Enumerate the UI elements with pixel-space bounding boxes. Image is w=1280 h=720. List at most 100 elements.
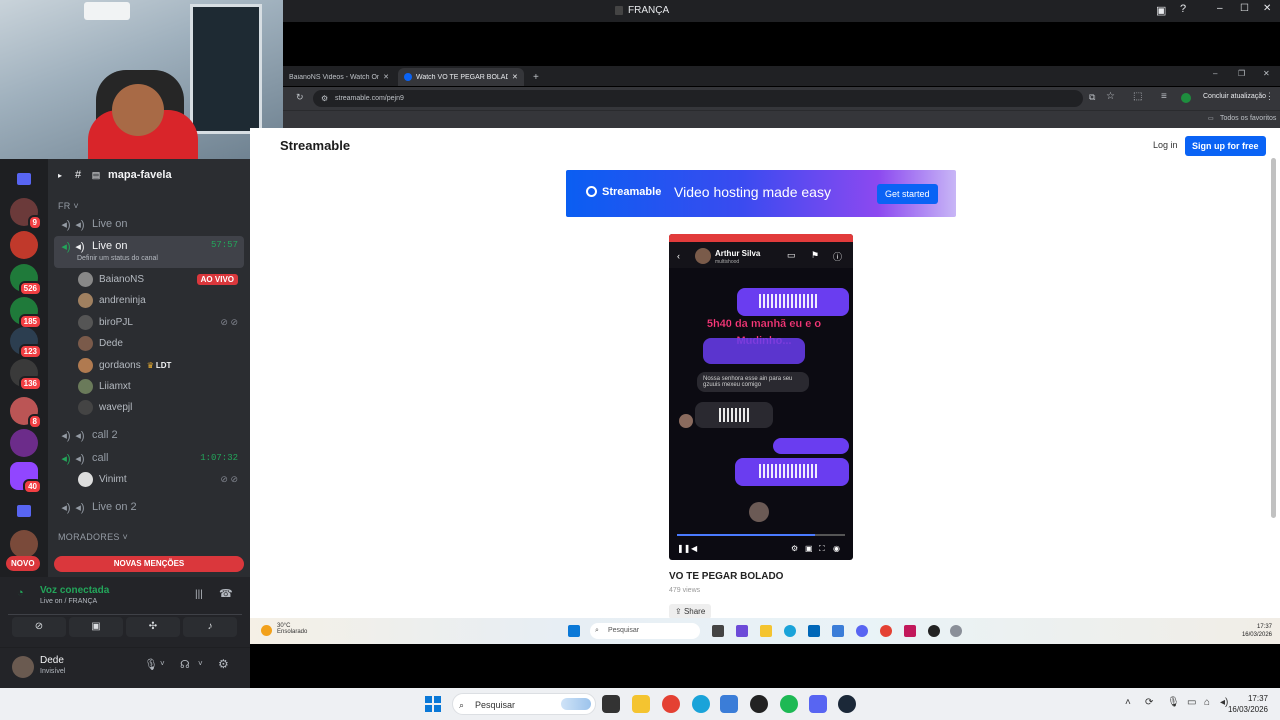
browser-maximize-icon[interactable]: ❐	[1238, 69, 1245, 78]
server-icon[interactable]: 185	[10, 297, 42, 329]
steam-icon[interactable]	[838, 695, 856, 713]
discord-icon[interactable]	[856, 625, 868, 637]
voice-channel-live-on[interactable]: ◂) ◂) Live on	[54, 213, 244, 235]
tab-streamable[interactable]: Watch VO TE PEGAR BOLADO ✕	[398, 68, 524, 86]
user-name[interactable]: Dede	[40, 655, 64, 666]
volume-icon[interactable]: ◀	[691, 544, 697, 553]
network-app-icon[interactable]: ⟳	[1145, 697, 1153, 708]
server-folder-icon[interactable]	[17, 505, 31, 517]
streamable-logo[interactable]: Streamable	[280, 138, 350, 153]
close-icon[interactable]: ✕	[1263, 3, 1271, 14]
app-icon[interactable]	[904, 625, 916, 637]
voice-channel-name[interactable]: Live on / FRANÇA	[40, 598, 97, 605]
video-player[interactable]: ‹ Arthur Silva multishood ▭ ⚑ ⓘ 5h40 da …	[669, 234, 853, 560]
voice-channel-call[interactable]: ◂) ◂) call 1:07:32	[54, 447, 244, 469]
voice-user[interactable]: Vinimt ⊘ ⊘	[78, 469, 244, 490]
voice-user[interactable]: Liiamxt	[78, 376, 244, 397]
microphone-icon[interactable]: 🎙︎	[144, 658, 158, 671]
category-moradores[interactable]: MORADORES ˅	[58, 532, 128, 542]
chrome-icon[interactable]	[662, 695, 680, 713]
picture-in-picture-icon[interactable]: ▣	[1156, 4, 1166, 17]
app-icon[interactable]	[736, 625, 748, 637]
server-icon[interactable]: 9	[10, 198, 42, 230]
translate-icon[interactable]: ⧉	[1089, 92, 1095, 103]
server-folder-icon[interactable]	[17, 173, 31, 185]
task-view-icon[interactable]	[602, 695, 620, 713]
settings-icon[interactable]: ⚙	[791, 544, 798, 553]
update-button[interactable]: Concluir atualização	[1203, 93, 1266, 100]
help-icon[interactable]: ?	[1180, 3, 1186, 15]
network-icon[interactable]: ⌂	[1204, 697, 1210, 708]
server-icon[interactable]	[10, 530, 38, 558]
voice-user[interactable]: wavepjl	[78, 397, 244, 418]
page-scrollbar[interactable]	[1271, 158, 1276, 518]
microphone-icon[interactable]: 🎙︎	[1167, 697, 1180, 708]
start-icon[interactable]	[568, 625, 580, 637]
gear-icon[interactable]: ⚙	[218, 657, 229, 671]
voice-channel-live-on-2[interactable]: ◂) ◂) Live on 2	[54, 496, 244, 518]
task-view-icon[interactable]	[712, 625, 724, 637]
reload-icon[interactable]: ↻	[296, 92, 304, 103]
show-hidden-icons[interactable]: ˄	[1125, 697, 1131, 708]
inner-search-box[interactable]: ⌕ Pesquisar	[590, 623, 700, 639]
minimize-icon[interactable]: –	[1217, 3, 1223, 14]
voice-user[interactable]: andreninja	[78, 290, 244, 311]
activities-button[interactable]: ✣	[126, 617, 180, 637]
voice-user[interactable]: biroPJL ⊘ ⊘	[78, 312, 244, 333]
taskbar-clock[interactable]: 17:37 16/03/2026	[1228, 693, 1268, 715]
browser-close-icon[interactable]: ✕	[1263, 69, 1270, 78]
edge-icon[interactable]	[784, 625, 796, 637]
discord-icon[interactable]	[809, 695, 827, 713]
extensions-icon[interactable]: ⬚	[1133, 91, 1142, 102]
server-icon[interactable]: 123	[10, 327, 42, 359]
picture-in-picture-icon[interactable]: ▣	[805, 544, 813, 553]
promo-banner[interactable]: Streamable Video hosting made easy Get s…	[566, 170, 956, 217]
edge-icon[interactable]	[692, 695, 710, 713]
media-controls-icon[interactable]: ≡	[1161, 91, 1167, 102]
store-icon[interactable]	[808, 625, 820, 637]
voice-user[interactable]: Dede	[78, 333, 244, 354]
voice-channel-live-on-active[interactable]: ◂) ◂) Live on 57:57 Definir um status do…	[54, 236, 244, 268]
chevron-down-icon[interactable]: ˅	[198, 659, 203, 668]
browser-menu-icon[interactable]: ⋮	[1265, 91, 1274, 102]
new-mentions-bar[interactable]: NOVO NOVAS MENÇÕES	[6, 556, 246, 572]
tab-close-icon[interactable]: ✕	[512, 73, 518, 81]
twitch-server-icon[interactable]: 40	[10, 462, 42, 494]
app-icon[interactable]	[928, 625, 940, 637]
inner-clock[interactable]: 17:37 16/03/2026	[1242, 623, 1272, 639]
taskbar-search-box[interactable]: ⌕ Pesquisar	[452, 693, 596, 715]
video-progress-bar[interactable]	[677, 534, 845, 536]
url-input[interactable]: ⚙ streamable.com/pejn9	[313, 90, 1083, 107]
share-screen-button[interactable]: ▣	[69, 617, 123, 637]
tab-baianons[interactable]: BaianoNS Videos - Watch On-D ✕	[283, 68, 395, 86]
streamable-logo-icon[interactable]: ◉	[833, 544, 840, 553]
fullscreen-icon[interactable]: ⛶	[819, 544, 825, 554]
voice-user[interactable]: BaianoNS AO VIVO	[78, 269, 244, 290]
server-icon[interactable]	[10, 231, 38, 259]
weather-widget[interactable]: 30°C Ensolarado	[277, 623, 307, 635]
headphones-icon[interactable]: ☊	[180, 658, 190, 671]
start-icon[interactable]	[425, 696, 441, 712]
file-explorer-icon[interactable]	[760, 625, 772, 637]
server-icon[interactable]	[10, 429, 38, 457]
server-icon[interactable]: 136	[10, 359, 42, 391]
maximize-icon[interactable]: ☐	[1240, 3, 1249, 14]
voice-user[interactable]: gordaons ♛ LDT	[78, 355, 244, 376]
bookmark-star-icon[interactable]: ☆	[1106, 91, 1115, 102]
all-bookmarks[interactable]: Todos os favoritos	[1220, 115, 1276, 122]
browser-minimize-icon[interactable]: –	[1213, 69, 1217, 78]
noise-suppression-icon[interactable]: |||	[195, 589, 203, 600]
settings-icon[interactable]	[950, 625, 962, 637]
chevron-down-icon[interactable]: ˅	[160, 659, 165, 668]
pause-icon[interactable]: ❚❚	[677, 544, 690, 553]
login-link[interactable]: Log in	[1153, 140, 1178, 150]
soundboard-button[interactable]: ♪	[183, 617, 237, 637]
profile-avatar[interactable]	[1181, 93, 1191, 103]
voice-status[interactable]: Voz conectada	[40, 585, 109, 596]
new-tab-button[interactable]: +	[527, 68, 545, 86]
share-button[interactable]: ⇪ Share	[669, 604, 712, 618]
category-fr[interactable]: FR ˅	[58, 201, 79, 211]
display-icon[interactable]: ▭	[1187, 697, 1196, 708]
channel-status[interactable]: Definir um status do canal	[77, 255, 158, 262]
site-info-icon[interactable]: ⚙	[321, 90, 328, 107]
